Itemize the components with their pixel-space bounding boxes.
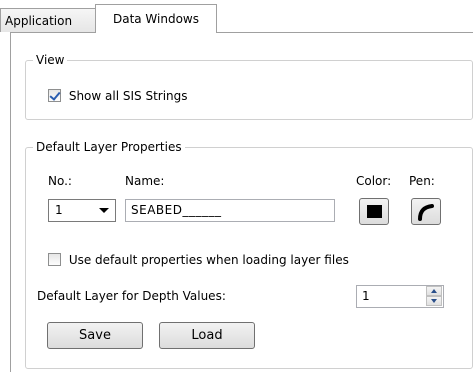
depth-label: Default Layer for Depth Values: <box>37 289 226 303</box>
depth-layer-value: 1 <box>362 289 370 303</box>
use-default-label: Use default properties when loading laye… <box>68 252 349 267</box>
depth-layer-spinbox[interactable]: 1 <box>356 285 444 308</box>
view-group: View Show all SIS Strings <box>25 53 473 120</box>
use-default-checkbox[interactable] <box>48 253 61 266</box>
tab-application[interactable]: Application <box>0 8 96 32</box>
default-layer-properties-group: Default Layer Properties No.: Name: Colo… <box>25 140 473 369</box>
no-label: No.: <box>48 174 72 188</box>
layer-number-select[interactable]: 1 <box>48 199 116 222</box>
chevron-down-icon <box>99 208 109 213</box>
show-sis-label: Show all SIS Strings <box>68 88 188 103</box>
name-label: Name: <box>125 174 165 188</box>
view-group-title: View <box>33 53 68 67</box>
layer-group-title: Default Layer Properties <box>33 140 185 154</box>
load-button[interactable]: Load <box>159 322 255 349</box>
layer-name-value: SEABED______ <box>131 203 222 217</box>
color-swatch-icon <box>367 205 382 218</box>
color-label: Color: <box>356 174 392 188</box>
tab-data-windows[interactable]: Data Windows <box>95 4 217 33</box>
color-button[interactable] <box>359 198 389 225</box>
data-windows-panel: View Show all SIS Strings Default Layer … <box>10 32 473 372</box>
layer-number-value: 1 <box>55 203 63 217</box>
up-down-arrows-icon <box>426 286 443 307</box>
tab-strip: Application Data Windows <box>0 0 473 33</box>
save-button[interactable]: Save <box>47 322 143 349</box>
show-sis-checkbox[interactable] <box>48 89 61 102</box>
use-default-row[interactable]: Use default properties when loading laye… <box>48 252 349 267</box>
pen-label: Pen: <box>409 174 435 188</box>
layer-name-input[interactable]: SEABED______ <box>125 199 335 222</box>
show-sis-row[interactable]: Show all SIS Strings <box>48 88 188 103</box>
pen-button[interactable] <box>411 198 441 225</box>
spin-down-button[interactable] <box>426 296 442 306</box>
spin-up-button[interactable] <box>426 286 442 296</box>
pen-curve-icon <box>418 204 434 221</box>
